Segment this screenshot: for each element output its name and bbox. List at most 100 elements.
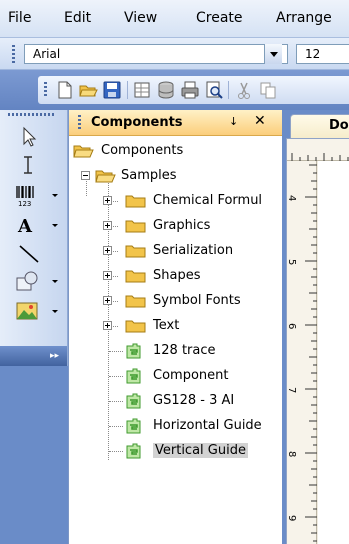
tree-label: Samples <box>121 168 177 183</box>
tree-label: GS128 - 3 AI <box>153 393 235 408</box>
tree-item-component-selected[interactable]: Vertical Guide <box>109 440 279 462</box>
tree-connector <box>109 401 123 402</box>
tools-toolbar: 123 A ▸▸ <box>0 110 68 366</box>
expand-toggle[interactable] <box>103 221 112 230</box>
new-document-icon[interactable] <box>54 80 74 100</box>
text-cursor-tool-icon[interactable] <box>14 152 44 178</box>
tree-label: Text <box>153 318 180 333</box>
tree-item-folder[interactable]: Chemical Formul <box>103 190 283 212</box>
tree-item-folder[interactable]: Shapes <box>103 265 283 287</box>
barcode-tool-dropdown[interactable] <box>52 194 58 197</box>
tree-item-components-root[interactable]: Components <box>73 140 273 162</box>
toolbar-options[interactable]: ▸▸ <box>0 346 67 366</box>
collapse-toggle[interactable] <box>81 171 90 180</box>
tree-connector <box>109 426 123 427</box>
tree-label: Chemical Formul <box>153 193 263 208</box>
tree-item-samples[interactable]: Samples <box>81 165 281 187</box>
component-icon <box>126 393 141 409</box>
panel-grip[interactable] <box>78 115 81 131</box>
tree-connector <box>109 376 123 377</box>
ruler-ticks <box>305 164 317 542</box>
standard-toolbar-strip <box>38 76 349 104</box>
expand-toggle[interactable] <box>103 246 112 255</box>
font-name-value: Arial <box>33 47 61 61</box>
panel-title: Components <box>91 115 183 130</box>
ruler-number: 5 <box>286 259 297 266</box>
tree-item-component[interactable]: GS128 - 3 AI <box>109 390 279 412</box>
component-icon <box>126 418 141 434</box>
ruler-number: 4 <box>286 195 297 202</box>
component-icon <box>126 443 141 459</box>
page-setup-icon[interactable] <box>132 80 152 100</box>
text-tool-icon[interactable]: A <box>14 212 44 238</box>
tree-item-folder[interactable]: Symbol Fonts <box>103 290 283 312</box>
menu-view[interactable]: View <box>124 10 157 26</box>
menu-file[interactable]: File <box>8 10 31 26</box>
expand-toggle[interactable] <box>103 271 112 280</box>
ruler-number: 9 <box>286 515 297 522</box>
component-icon <box>126 343 141 359</box>
barcode-tool-icon[interactable]: 123 <box>14 182 44 208</box>
cut-icon[interactable] <box>234 80 254 100</box>
horizontal-ruler[interactable] <box>287 139 349 161</box>
print-preview-icon[interactable] <box>204 80 224 100</box>
svg-text:A: A <box>17 216 33 237</box>
menu-arrange[interactable]: Arrange <box>276 10 332 26</box>
folder-icon <box>125 270 146 283</box>
component-icon <box>126 368 141 384</box>
toolbar-grip[interactable] <box>12 45 15 63</box>
open-folder-icon <box>73 145 94 158</box>
expand-toggle[interactable] <box>103 196 112 205</box>
pointer-tool-icon[interactable] <box>14 124 44 150</box>
image-tool-icon[interactable] <box>14 298 44 324</box>
expand-toggle[interactable] <box>103 321 112 330</box>
tree-item-folder[interactable]: Graphics <box>103 215 283 237</box>
chevron-down-icon <box>270 52 278 57</box>
close-icon[interactable]: ✕ <box>254 113 266 129</box>
font-size-value: 12 <box>305 47 321 61</box>
document-tab[interactable]: Doc <box>290 114 349 138</box>
tree-connector <box>109 451 123 452</box>
tree-item-component[interactable]: 128 trace <box>109 340 279 362</box>
ruler-number: 8 <box>286 451 297 458</box>
save-icon[interactable] <box>102 80 122 100</box>
database-icon[interactable] <box>156 80 176 100</box>
toolbar-grip[interactable] <box>44 82 47 98</box>
folder-icon <box>125 320 146 333</box>
font-dropdown-button[interactable] <box>264 44 282 64</box>
document-frame: 4 5 6 7 8 9 <box>286 138 349 544</box>
font-name-combo[interactable]: Arial <box>24 44 288 64</box>
expand-toggle[interactable] <box>103 296 112 305</box>
copy-icon[interactable] <box>258 80 278 100</box>
workspace-background <box>0 366 68 544</box>
toolbar-separator <box>127 81 128 99</box>
image-tool-dropdown[interactable] <box>52 310 58 313</box>
pin-icon[interactable]: ↓ <box>229 115 238 128</box>
tree-label: Component <box>153 368 229 383</box>
line-tool-icon[interactable] <box>14 240 44 266</box>
design-canvas[interactable] <box>318 161 349 544</box>
toolbar-grip[interactable] <box>8 113 54 116</box>
vertical-ruler[interactable]: 4 5 6 7 8 9 <box>286 161 317 544</box>
tree-item-folder[interactable]: Serialization <box>103 240 283 262</box>
standard-toolbar <box>0 70 349 110</box>
tree-item-folder[interactable]: Text <box>103 315 283 337</box>
svg-text:123: 123 <box>18 200 31 208</box>
tree-label: Vertical Guide <box>153 443 248 458</box>
menu-create[interactable]: Create <box>196 10 243 26</box>
tree-item-component[interactable]: Component <box>109 365 279 387</box>
tree-item-component[interactable]: Horizontal Guide <box>109 415 279 437</box>
menu-edit[interactable]: Edit <box>64 10 91 26</box>
tree-label: Symbol Fonts <box>153 293 241 308</box>
open-folder-icon[interactable] <box>78 80 98 100</box>
toolbar-separator <box>228 81 229 99</box>
font-size-combo[interactable]: 12 <box>296 44 349 64</box>
ruler-ticks <box>291 153 349 161</box>
shape-tool-icon[interactable] <box>14 268 44 294</box>
tree-connector <box>109 351 123 352</box>
font-toolbar: Arial 12 <box>0 38 349 70</box>
text-tool-dropdown[interactable] <box>52 224 58 227</box>
print-icon[interactable] <box>180 80 200 100</box>
tree-label: Components <box>101 143 184 158</box>
shape-tool-dropdown[interactable] <box>52 280 58 283</box>
